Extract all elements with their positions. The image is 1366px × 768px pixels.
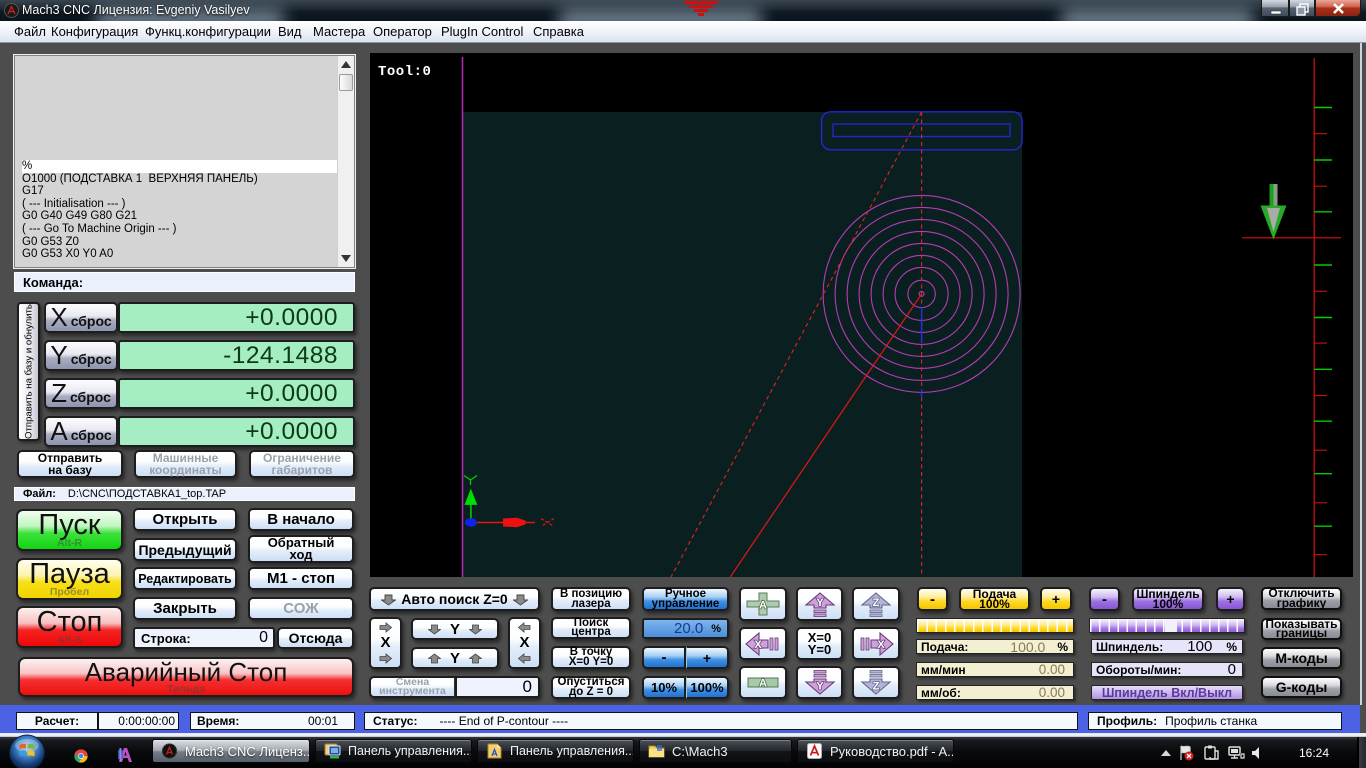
svg-text:Tool:0: Tool:0 [378,64,431,80]
svg-text:X: X [877,639,885,651]
svg-text:Y: Y [816,597,824,609]
svg-text:Y: Y [816,681,824,693]
svg-text:Z: Z [873,597,880,609]
svg-text:A: A [759,600,767,612]
svg-text:X: X [754,639,762,651]
svg-text:Z: Z [873,681,880,693]
svg-text:A: A [759,677,767,689]
